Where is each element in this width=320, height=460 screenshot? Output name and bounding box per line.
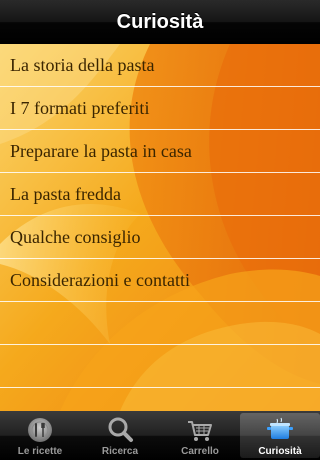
tab-curiosita[interactable]: Curiosità xyxy=(240,413,320,458)
navigation-bar: Curiosità xyxy=(0,0,320,45)
page-title: Curiosità xyxy=(116,10,204,33)
tab-label: Ricerca xyxy=(101,446,139,457)
tab-label: Le ricette xyxy=(17,446,63,457)
list-item[interactable]: La pasta fredda xyxy=(0,173,320,216)
pot-icon xyxy=(265,416,295,444)
tab-ricerca[interactable]: Ricerca xyxy=(80,411,160,460)
empty-row xyxy=(0,302,320,345)
tab-le-ricette[interactable]: Le ricette xyxy=(0,411,80,460)
list-item-label: Qualche consiglio xyxy=(10,226,141,247)
cart-icon xyxy=(185,416,215,444)
list-item-label: Considerazioni e contatti xyxy=(10,269,190,290)
app-screen: Curiosità La storia della pasta I 7 form… xyxy=(0,0,320,460)
list-item-label: La pasta fredda xyxy=(10,183,121,204)
magnifier-icon xyxy=(105,416,135,444)
list-item-label: I 7 formati preferiti xyxy=(10,97,150,118)
content-area: La storia della pasta I 7 formati prefer… xyxy=(0,44,320,411)
list-item-label: Preparare la pasta in casa xyxy=(10,140,192,161)
topics-list: La storia della pasta I 7 formati prefer… xyxy=(0,44,320,411)
list-item[interactable]: Qualche consiglio xyxy=(0,216,320,259)
list-item[interactable]: La storia della pasta xyxy=(0,44,320,87)
list-item-label: La storia della pasta xyxy=(10,54,155,75)
empty-row xyxy=(0,388,320,411)
tab-label: Carrello xyxy=(181,446,219,457)
list-item[interactable]: Considerazioni e contatti xyxy=(0,259,320,302)
tab-label: Curiosità xyxy=(258,446,302,457)
plate-fork-knife-icon xyxy=(25,416,55,444)
empty-row xyxy=(0,345,320,388)
list-item[interactable]: I 7 formati preferiti xyxy=(0,87,320,130)
list-item[interactable]: Preparare la pasta in casa xyxy=(0,130,320,173)
tab-bar: Le ricette Ricerca Carrello Curiosità xyxy=(0,411,320,460)
tab-carrello[interactable]: Carrello xyxy=(160,411,240,460)
